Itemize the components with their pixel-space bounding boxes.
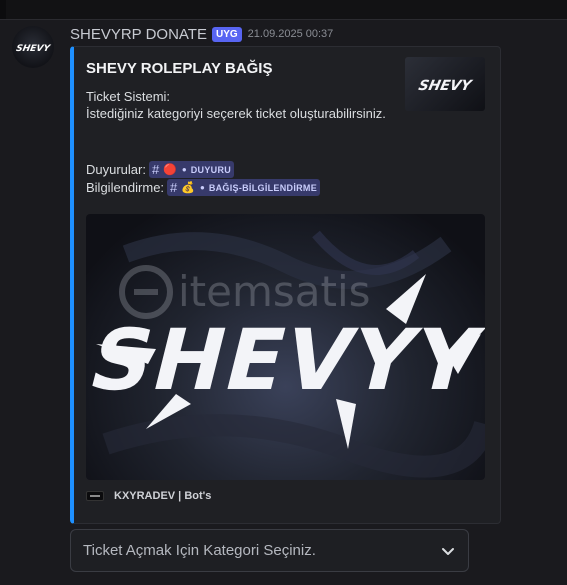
avatar[interactable]: SHEVY: [12, 26, 54, 68]
chevron-down-icon: [442, 547, 454, 555]
channel-name: DUYURU: [190, 164, 232, 175]
channel-mention-duyuru[interactable]: # 🔴 ● DUYURU: [148, 161, 235, 178]
description-line: Ticket Sistemi:: [86, 89, 171, 104]
announcements-row: Duyurular: # 🔴 ● DUYURU: [86, 161, 235, 178]
app-badge: UYG: [211, 26, 242, 42]
footer-icon: [86, 491, 104, 501]
svg-text:SHEVY: SHEVY: [15, 44, 52, 54]
red-circle-icon: 🔴: [163, 164, 177, 176]
embed-description: Ticket Sistemi: İstediğiniz kategoriyi s…: [86, 88, 386, 122]
footer-text: KXYRADEV | Bot's: [114, 490, 212, 502]
embed-title: SHEVY ROLEPLAY BAĞIŞ: [86, 60, 273, 77]
channel-row-label: Bilgilendirme:: [86, 180, 165, 195]
image-watermark: itemsatis: [178, 267, 371, 316]
select-placeholder: Ticket Açmak Için Kategori Seçiniz.: [83, 542, 316, 559]
message-header: SHEVYRP DONATE UYG 21.09.2025 00:37: [70, 25, 333, 43]
author-name[interactable]: SHEVYRP DONATE: [70, 26, 207, 43]
message-timestamp[interactable]: 21.09.2025 00:37: [248, 28, 334, 40]
hash-icon: #: [170, 180, 178, 195]
separator-dot: ●: [181, 165, 187, 174]
money-bag-icon: 💰: [181, 182, 195, 194]
channel-row-label: Duyurular:: [86, 162, 146, 177]
hash-icon: #: [151, 162, 160, 177]
embed-footer: KXYRADEV | Bot's: [86, 490, 211, 502]
watermark-icon: [119, 265, 173, 319]
embed-card: SHEVY ROLEPLAY BAĞIŞ SHEVY Ticket Sistem…: [70, 46, 501, 524]
category-select[interactable]: Ticket Açmak Için Kategori Seçiniz.: [70, 529, 469, 572]
top-bar: [0, 0, 567, 20]
embed-thumbnail[interactable]: SHEVY: [405, 57, 485, 111]
info-row: Bilgilendirme: # 💰 ● BAĞIŞ-BİLGİLENDİRME: [86, 179, 321, 196]
svg-text:SHEVY: SHEVY: [417, 78, 474, 94]
separator-dot: ●: [199, 183, 205, 192]
embed-image[interactable]: itemsatis SHEVYY: [86, 214, 485, 480]
description-line: İstediğiniz kategoriyi seçerek ticket ol…: [86, 106, 386, 121]
channel-mention-bagis-bilgilendirme[interactable]: # 💰 ● BAĞIŞ-BİLGİLENDİRME: [167, 179, 321, 196]
channel-name: BAĞIŞ-BİLGİLENDİRME: [208, 182, 318, 193]
